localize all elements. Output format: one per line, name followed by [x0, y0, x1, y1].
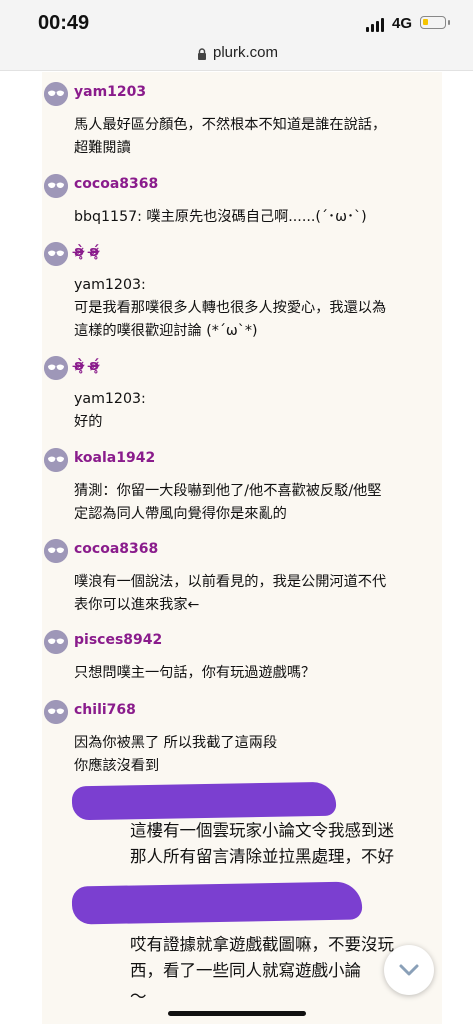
home-indicator[interactable] — [168, 1011, 306, 1016]
comment-username[interactable]: cocoa8368 — [74, 176, 158, 192]
comment-username[interactable]: cocoa8368 — [74, 541, 158, 557]
status-time: 00:49 — [38, 12, 90, 34]
mask-avatar-icon — [44, 356, 68, 380]
quoted-line: 這樓有一個雲玩家小論文令我感到迷 — [130, 821, 394, 840]
mask-avatar-icon — [44, 630, 68, 654]
mask-avatar-icon — [44, 539, 68, 563]
comment-username[interactable]: ʚ̴̶̷̥̀ ʚ̴̶̷̥́ — [74, 358, 99, 374]
mask-avatar-icon — [44, 82, 68, 106]
mask-avatar-icon — [44, 174, 68, 198]
comment-username[interactable]: chili768 — [74, 702, 136, 718]
quoted-line: 哎有證據就拿遊戲截圖嘛，不要沒玩 — [130, 935, 394, 954]
comment-text: 只想問噗主一句話，你有玩過遊戲嗎？ — [74, 665, 316, 681]
signal-icon — [366, 18, 386, 32]
battery-cap — [448, 20, 450, 25]
url-text[interactable]: plurk.com — [213, 44, 278, 61]
battery-icon — [420, 16, 446, 29]
comment-username[interactable]: koala1942 — [74, 450, 155, 466]
quoted-line: 西，看了一些同人就寫遊戲小論 — [130, 961, 361, 980]
scroll-down-button[interactable] — [384, 945, 434, 995]
network-type: 4G — [392, 15, 413, 32]
status-bar: 00:49 4G — [0, 0, 473, 40]
mask-avatar-icon — [44, 242, 68, 266]
mask-avatar-icon — [44, 448, 68, 472]
comment-text: yam1203: 好的 — [74, 391, 146, 430]
comment-text: 噗浪有一個說法，以前看見的，我是公開河道不代 表你可以進來我家← — [74, 574, 387, 613]
redaction-scribble — [71, 881, 363, 925]
comment-text: yam1203: 可是我看那噗很多人轉也很多人按愛心，我還以為 這樣的噗很歡迎討… — [74, 277, 387, 339]
mask-avatar-icon — [44, 700, 68, 724]
quoted-line: 那人所有留言清除並拉黑處理，不好 — [130, 847, 394, 866]
lock-icon — [198, 48, 206, 60]
comment-text: bbq1157: 噗主原先也沒碼自己啊......(´･ω･`) — [74, 209, 367, 225]
chevron-down-icon — [399, 964, 419, 976]
comment-text: 猜測：你留一大段嚇到他了/他不喜歡被反駁/他堅 定認為同人帶風向覺得你是來亂的 — [74, 483, 382, 522]
quoted-line: ～ — [130, 987, 147, 1006]
redaction-scribble — [71, 781, 337, 821]
comment-username[interactable]: pisces8942 — [74, 632, 162, 648]
comment-username[interactable]: yam1203 — [74, 84, 146, 100]
comment-text: 馬人最好區分顏色，不然根本不知道是誰在說話， 超難閱讀 — [74, 117, 387, 156]
comment-text: 因為你被黑了 所以我截了這兩段 你應該沒看到 — [74, 735, 278, 774]
comment-feed: yam1203 馬人最好區分顏色，不然根本不知道是誰在說話， 超難閱讀 coco… — [42, 72, 442, 1024]
comment-username[interactable]: ʚ̴̶̷̥̀ ʚ̴̶̷̥́ — [74, 244, 99, 260]
